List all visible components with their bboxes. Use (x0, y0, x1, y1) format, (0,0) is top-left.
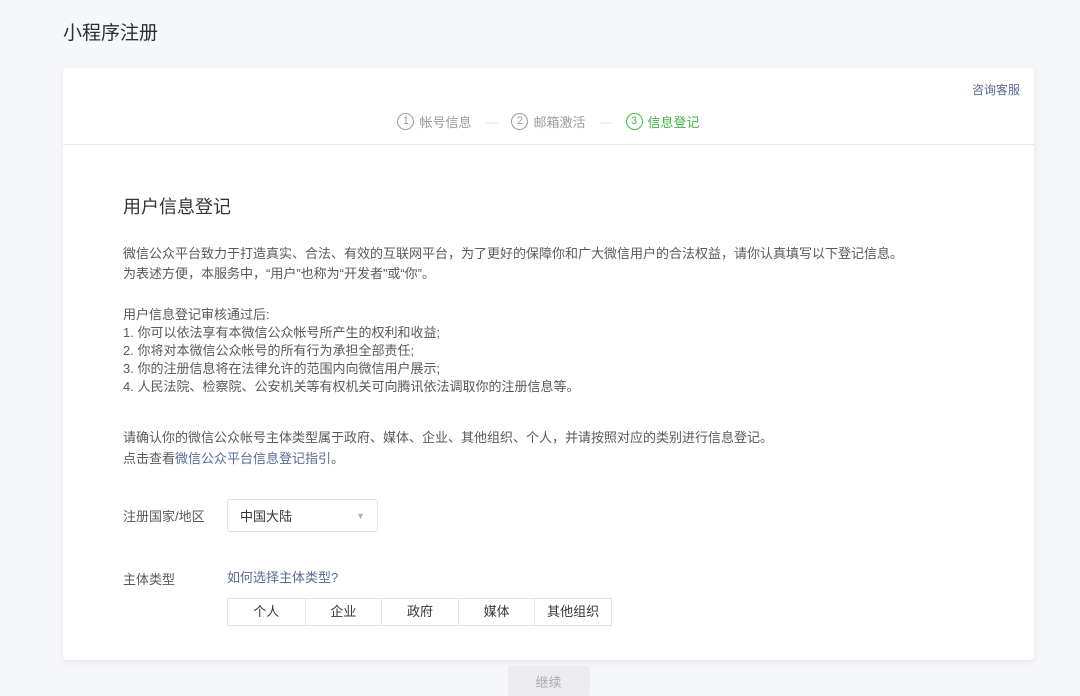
registration-guide-link[interactable]: 微信公众平台信息登记指引 (175, 451, 331, 466)
review-item: 1. 你可以依法享有本微信公众帐号所产生的权利和收益; (123, 324, 974, 342)
step-label: 信息登记 (648, 112, 700, 131)
country-label: 注册国家/地区 (123, 506, 227, 525)
card-header: 咨询客服 1 帐号信息 — 2 邮箱激活 — 3 信息登记 (63, 68, 1034, 145)
confirm-block: 请确认你的微信公众帐号主体类型属于政府、媒体、企业、其他组织、个人，并请按照对应… (123, 427, 974, 469)
guide-suffix: 。 (331, 451, 344, 466)
step-label: 帐号信息 (419, 112, 471, 131)
review-item: 3. 你的注册信息将在法律允许的范围内向微信用户展示; (123, 360, 974, 378)
tab-media[interactable]: 媒体 (458, 599, 535, 625)
tab-government[interactable]: 政府 (381, 599, 458, 625)
step-account-info: 1 帐号信息 (397, 112, 471, 131)
confirm-line: 请确认你的微信公众帐号主体类型属于政府、媒体、企业、其他组织、个人，并请按照对应… (123, 427, 974, 448)
country-selected-value: 中国大陆 (240, 506, 292, 525)
guide-line: 点击查看微信公众平台信息登记指引。 (123, 448, 974, 469)
tab-personal[interactable]: 个人 (228, 599, 305, 625)
review-item: 4. 人民法院、检察院、公安机关等有权机关可向腾讯依法调取你的注册信息等。 (123, 378, 974, 396)
section-heading: 用户信息登记 (123, 193, 974, 219)
tab-other-organization[interactable]: 其他组织 (534, 599, 611, 625)
review-item: 2. 你将对本微信公众帐号的所有行为承担全部责任; (123, 342, 974, 360)
subject-type-label: 主体类型 (123, 567, 227, 588)
subject-type-row: 主体类型 如何选择主体类型? 个人 企业 政府 媒体 其他组织 (123, 567, 974, 626)
step-label: 邮箱激活 (533, 112, 585, 131)
step-email-activation: 2 邮箱激活 (511, 112, 585, 131)
intro-paragraph: 微信公众平台致力于打造真实、合法、有效的互联网平台，为了更好的保障你和广大微信用… (123, 244, 974, 284)
continue-button[interactable]: 继续 (508, 666, 590, 696)
intro-line: 为表述方便，本服务中，“用户”也称为“开发者”或“你”。 (123, 264, 974, 284)
step-number-badge: 2 (511, 113, 528, 130)
country-select[interactable]: 中国大陆 ▼ (227, 499, 378, 532)
intro-line: 微信公众平台致力于打造真实、合法、有效的互联网平台，为了更好的保障你和广大微信用… (123, 244, 974, 264)
step-number-badge: 1 (397, 113, 414, 130)
subject-type-tabs: 个人 企业 政府 媒体 其他组织 (227, 598, 612, 626)
step-info-registration: 3 信息登记 (626, 112, 700, 131)
guide-prefix: 点击查看 (123, 451, 175, 466)
country-row: 注册国家/地区 中国大陆 ▼ (123, 499, 974, 532)
review-terms-block: 用户信息登记审核通过后: 1. 你可以依法享有本微信公众帐号所产生的权利和收益;… (123, 306, 974, 396)
card-body: 用户信息登记 微信公众平台致力于打造真实、合法、有效的互联网平台，为了更好的保障… (63, 145, 1034, 696)
step-number-badge: 3 (626, 113, 643, 130)
step-connector: — (485, 115, 497, 129)
customer-service-link[interactable]: 咨询客服 (972, 81, 1020, 98)
step-connector: — (600, 115, 612, 129)
page-title: 小程序注册 (63, 18, 158, 45)
subject-type-column: 如何选择主体类型? 个人 企业 政府 媒体 其他组织 (227, 567, 612, 626)
chevron-down-icon: ▼ (356, 511, 365, 521)
registration-card: 咨询客服 1 帐号信息 — 2 邮箱激活 — 3 信息登记 用户信息登记 微信公… (63, 68, 1034, 660)
review-title: 用户信息登记审核通过后: (123, 306, 974, 324)
subject-type-help-link[interactable]: 如何选择主体类型? (227, 567, 612, 586)
progress-steps: 1 帐号信息 — 2 邮箱激活 — 3 信息登记 (63, 112, 1034, 131)
tab-enterprise[interactable]: 企业 (305, 599, 382, 625)
continue-button-wrap: 继续 (123, 666, 974, 696)
